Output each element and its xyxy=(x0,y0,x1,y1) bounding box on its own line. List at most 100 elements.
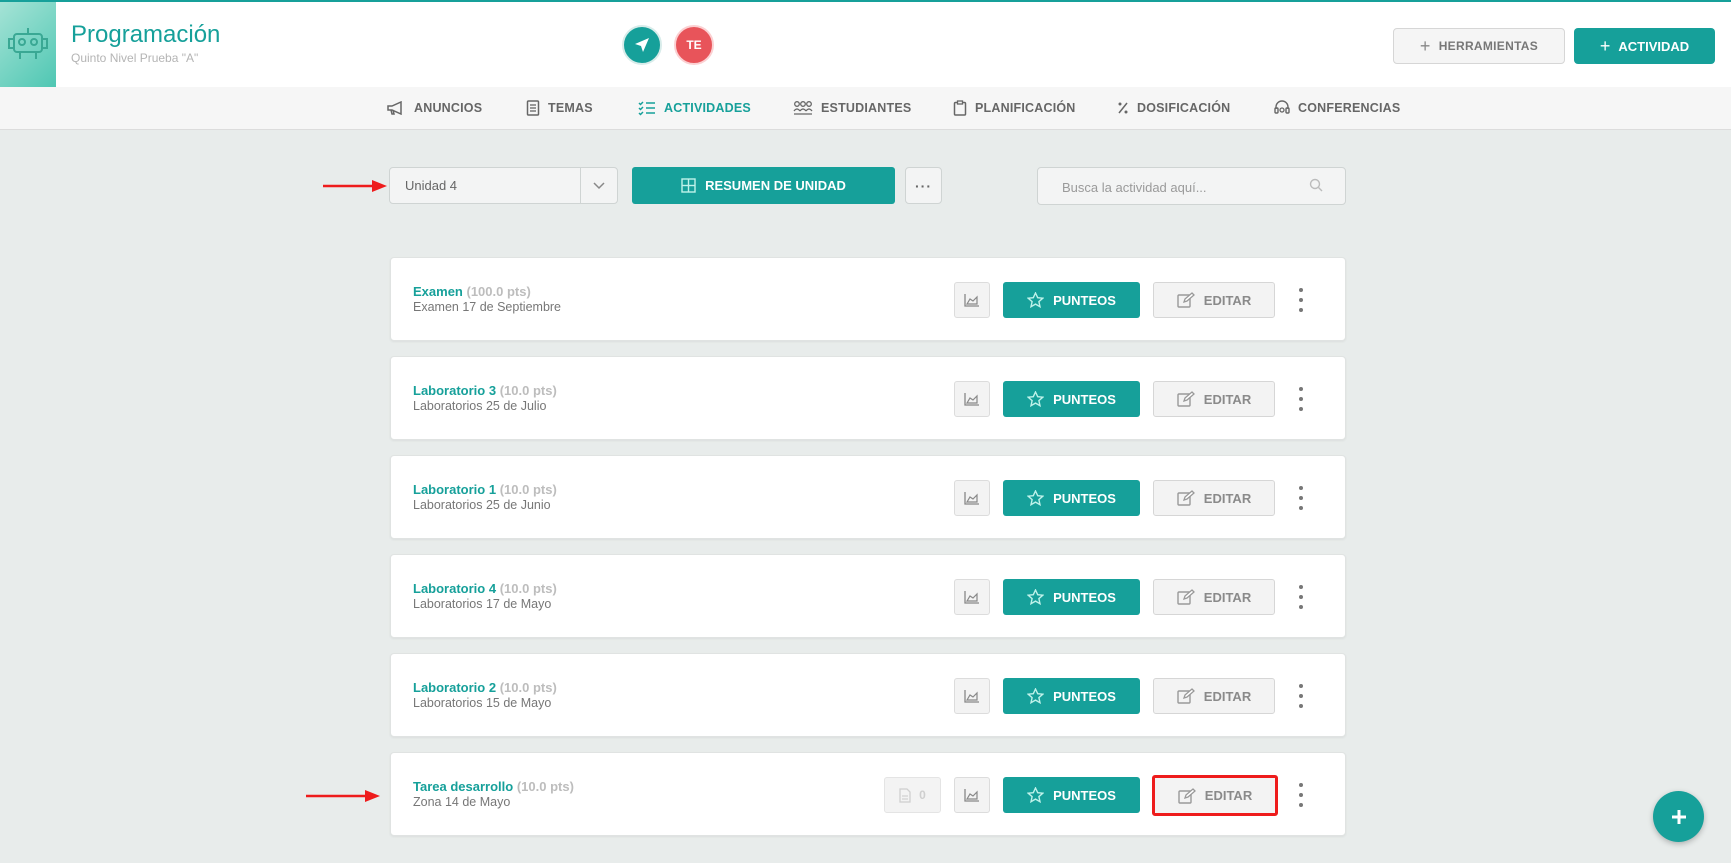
annotation-arrow-icon xyxy=(306,790,380,802)
star-icon xyxy=(1027,787,1045,803)
activity-subtitle: Laboratorios 25 de Junio xyxy=(413,498,551,512)
submissions-button[interactable]: 0 xyxy=(884,777,941,813)
activity-title[interactable]: Tarea desarrollo (10.0 pts) xyxy=(413,779,574,794)
stats-button[interactable] xyxy=(954,678,990,714)
stats-button[interactable] xyxy=(954,480,990,516)
kebab-menu-icon[interactable] xyxy=(1295,288,1307,312)
add-activity-button[interactable]: + ACTIVIDAD xyxy=(1574,28,1715,64)
punteos-button[interactable]: PUNTEOS xyxy=(1003,381,1140,417)
edit-button[interactable]: EDITAR xyxy=(1152,775,1278,816)
book-icon xyxy=(526,100,540,116)
more-options-button[interactable]: ··· xyxy=(905,167,942,204)
area-chart-icon xyxy=(964,789,979,802)
edit-button[interactable]: EDITAR xyxy=(1153,480,1275,516)
edit-icon xyxy=(1177,688,1195,704)
search-input[interactable] xyxy=(1038,168,1324,206)
star-icon xyxy=(1027,688,1045,704)
course-icon-tile[interactable] xyxy=(0,2,56,87)
tab-anuncios[interactable]: ANUNCIOS xyxy=(386,87,482,129)
submissions-count: 0 xyxy=(919,788,926,802)
activity-points: (10.0 pts) xyxy=(516,779,574,794)
activity-subtitle: Laboratorios 25 de Julio xyxy=(413,399,547,413)
punteos-button[interactable]: PUNTEOS xyxy=(1003,282,1140,318)
tab-actividades[interactable]: ACTIVIDADES xyxy=(638,87,751,129)
unit-select-value: Unidad 4 xyxy=(405,178,458,193)
kebab-menu-icon[interactable] xyxy=(1295,783,1307,807)
activity-card: Laboratorio 1 (10.0 pts) Laboratorios 25… xyxy=(390,455,1346,539)
edit-label: EDITAR xyxy=(1203,589,1252,605)
area-chart-icon xyxy=(964,591,979,604)
send-button[interactable] xyxy=(622,25,662,65)
stats-button[interactable] xyxy=(954,381,990,417)
edit-label: EDITAR xyxy=(1204,788,1253,803)
edit-button[interactable]: EDITAR xyxy=(1153,579,1275,615)
tab-temas[interactable]: TEMAS xyxy=(526,87,593,129)
star-icon xyxy=(1027,292,1045,308)
edit-button[interactable]: EDITAR xyxy=(1153,381,1275,417)
activity-subtitle: Laboratorios 17 de Mayo xyxy=(413,597,552,611)
activity-title[interactable]: Laboratorio 3 (10.0 pts) xyxy=(413,383,557,398)
star-icon xyxy=(1027,391,1045,407)
area-chart-icon xyxy=(964,294,979,307)
punteos-button[interactable]: PUNTEOS xyxy=(1003,678,1140,714)
robot-icon xyxy=(8,28,48,59)
tab-dosificacion[interactable]: DOSIFICACIÓN xyxy=(1117,87,1230,129)
stats-button[interactable] xyxy=(954,579,990,615)
punteos-label: PUNTEOS xyxy=(1053,490,1116,506)
kebab-menu-icon[interactable] xyxy=(1295,486,1307,510)
search-icon[interactable] xyxy=(1309,178,1323,192)
tab-planificacion[interactable]: PLANIFICACIÓN xyxy=(953,87,1076,129)
punteos-button[interactable]: PUNTEOS xyxy=(1003,777,1140,813)
edit-icon xyxy=(1177,391,1195,407)
document-icon xyxy=(899,787,911,803)
star-icon xyxy=(1027,589,1045,605)
tools-button[interactable]: + HERRAMIENTAS xyxy=(1393,28,1565,64)
punteos-label: PUNTEOS xyxy=(1053,391,1116,407)
stats-button[interactable] xyxy=(954,777,990,813)
stats-button[interactable] xyxy=(954,282,990,318)
course-subtitle: Quinto Nivel Prueba "A" xyxy=(71,51,199,65)
unit-summary-label: RESUMEN DE UNIDAD xyxy=(705,178,846,193)
punteos-button[interactable]: PUNTEOS xyxy=(1003,480,1140,516)
edit-icon xyxy=(1178,787,1196,804)
paper-plane-icon xyxy=(635,38,649,52)
activity-title[interactable]: Examen (100.0 pts) xyxy=(413,284,531,299)
tab-label: ANUNCIOS xyxy=(414,101,483,115)
edit-icon xyxy=(1177,292,1195,308)
unit-summary-button[interactable]: RESUMEN DE UNIDAD xyxy=(632,167,895,204)
tab-label: TEMAS xyxy=(548,101,593,115)
chevron-down-icon[interactable] xyxy=(580,168,617,203)
activity-title[interactable]: Laboratorio 1 (10.0 pts) xyxy=(413,482,557,497)
edit-icon xyxy=(1177,589,1195,605)
activity-points: (10.0 pts) xyxy=(499,383,557,398)
section-nav: ANUNCIOS TEMAS ACTIVIDADES ESTUDIANTES P… xyxy=(0,87,1731,130)
grid-icon xyxy=(681,178,696,193)
activity-card: Examen (100.0 pts) Examen 17 de Septiemb… xyxy=(390,257,1346,341)
activity-title[interactable]: Laboratorio 4 (10.0 pts) xyxy=(413,581,557,596)
edit-button[interactable]: EDITAR xyxy=(1153,282,1275,318)
activity-points: (10.0 pts) xyxy=(499,482,557,497)
kebab-menu-icon[interactable] xyxy=(1295,585,1307,609)
edit-label: EDITAR xyxy=(1203,292,1252,308)
tab-conferencias[interactable]: CONFERENCIAS xyxy=(1274,87,1400,129)
punteos-button[interactable]: PUNTEOS xyxy=(1003,579,1140,615)
plus-icon: + xyxy=(1599,36,1611,56)
tab-label: ESTUDIANTES xyxy=(821,101,912,115)
unit-select[interactable]: Unidad 4 xyxy=(389,167,618,204)
more-options-label: ··· xyxy=(915,177,932,194)
activity-points: (10.0 pts) xyxy=(499,581,557,596)
user-avatar[interactable]: TE xyxy=(674,25,714,65)
tab-label: ACTIVIDADES xyxy=(664,101,751,115)
edit-button[interactable]: EDITAR xyxy=(1153,678,1275,714)
punteos-label: PUNTEOS xyxy=(1053,292,1116,308)
annotation-arrow-icon xyxy=(323,180,387,192)
kebab-menu-icon[interactable] xyxy=(1295,684,1307,708)
tab-estudiantes[interactable]: ESTUDIANTES xyxy=(793,87,911,129)
tab-label: DOSIFICACIÓN xyxy=(1137,101,1231,115)
floating-add-button[interactable] xyxy=(1653,791,1704,842)
area-chart-icon xyxy=(964,393,979,406)
kebab-menu-icon[interactable] xyxy=(1295,387,1307,411)
percent-icon xyxy=(1118,102,1128,114)
tab-label: CONFERENCIAS xyxy=(1298,101,1401,115)
activity-title[interactable]: Laboratorio 2 (10.0 pts) xyxy=(413,680,557,695)
